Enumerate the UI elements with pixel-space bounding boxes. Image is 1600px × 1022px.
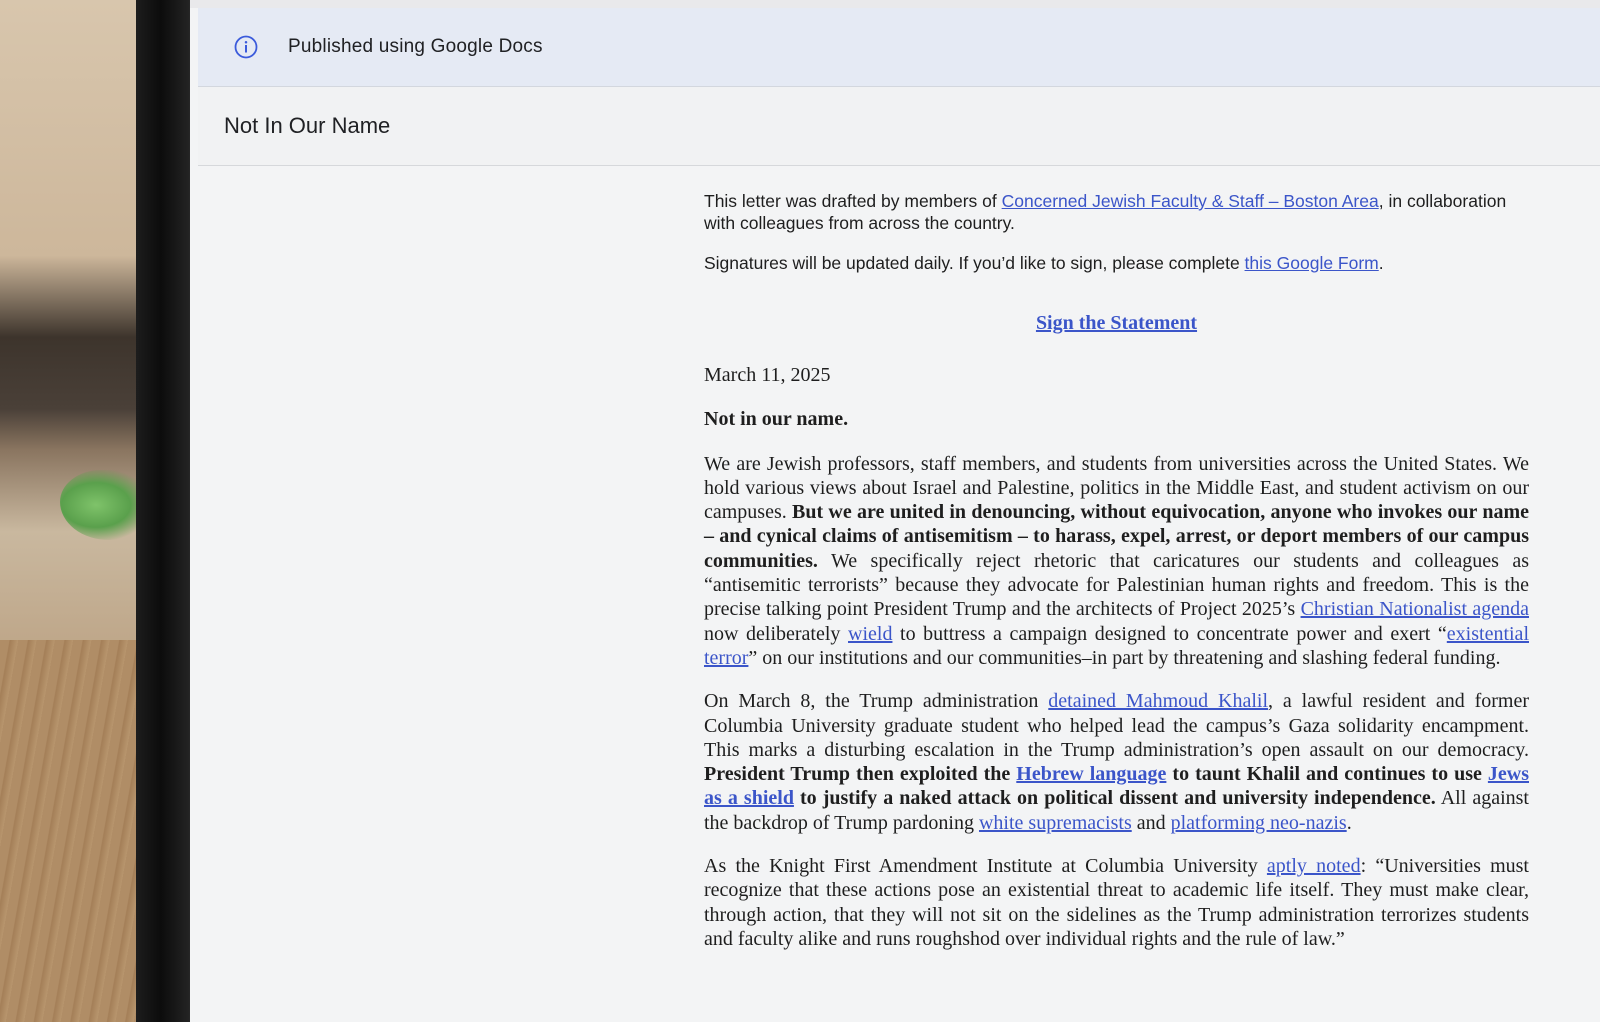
bold-text: to taunt Khalil and continues to use bbox=[1166, 763, 1488, 786]
platforming-neo-nazis-link[interactable]: platforming neo-nazis bbox=[1171, 812, 1347, 834]
published-banner-text: Published using Google Docs bbox=[288, 36, 543, 57]
body-text: As the Knight First Amendment Institute … bbox=[704, 855, 1267, 878]
letter-lead: Not in our name. bbox=[704, 408, 849, 431]
body-text: and bbox=[1131, 811, 1171, 834]
monitor-bezel bbox=[136, 0, 198, 1022]
bold-text: to justify a naked attack on political d… bbox=[793, 787, 1436, 810]
aptly-noted-link[interactable]: aptly noted bbox=[1267, 855, 1361, 877]
letter-paragraph-3: As the Knight First Amendment Institute … bbox=[704, 854, 1529, 951]
intro-paragraph-2: Signatures will be updated daily. If you… bbox=[704, 252, 1529, 274]
detained-khalil-link[interactable]: detained Mahmoud Khalil bbox=[1048, 690, 1268, 712]
body-text: . bbox=[1346, 811, 1352, 834]
cjfs-boston-link[interactable]: Concerned Jewish Faculty & Staff – Bosto… bbox=[1002, 191, 1379, 211]
intro-text: . bbox=[1378, 253, 1384, 273]
intro-text: Signatures will be updated daily. If you… bbox=[704, 253, 1245, 273]
white-supremacists-link[interactable]: white supremacists bbox=[979, 812, 1132, 834]
intro-paragraph-1: This letter was drafted by members of Co… bbox=[704, 190, 1529, 234]
wield-link[interactable]: wield bbox=[848, 623, 892, 645]
hebrew-language-link[interactable]: Hebrew language bbox=[1016, 763, 1166, 785]
letter-paragraph-2: On March 8, the Trump administration det… bbox=[704, 689, 1529, 835]
doc-title-bar: Not In Our Name bbox=[198, 87, 1600, 166]
sign-statement-link[interactable]: Sign the Statement bbox=[704, 312, 1529, 335]
body-text: now deliberately bbox=[704, 622, 849, 645]
doc-title: Not In Our Name bbox=[224, 113, 391, 138]
info-icon[interactable] bbox=[234, 35, 258, 59]
christian-nationalist-agenda-link[interactable]: Christian Nationalist agenda bbox=[1301, 598, 1529, 620]
published-banner: Published using Google Docs bbox=[198, 8, 1600, 87]
letter-date: March 11, 2025 bbox=[704, 364, 831, 386]
document-body: This letter was drafted by members of Co… bbox=[704, 190, 1529, 970]
body-text: On March 8, the Trump administration bbox=[704, 690, 1049, 713]
body-text: ” on our institutions and our communitie… bbox=[748, 646, 1501, 669]
intro-text: This letter was drafted by members of bbox=[704, 191, 1002, 211]
google-form-link[interactable]: this Google Form bbox=[1245, 253, 1379, 273]
browser-top-strip bbox=[190, 0, 1600, 8]
letter-paragraph-1: We are Jewish professors, staff members,… bbox=[704, 452, 1529, 671]
bold-text: President Trump then exploited the bbox=[704, 763, 1017, 786]
body-text: to buttress a campaign designed to conce… bbox=[892, 622, 1447, 645]
browser-viewport: Published using Google Docs Not In Our N… bbox=[190, 0, 1600, 1022]
